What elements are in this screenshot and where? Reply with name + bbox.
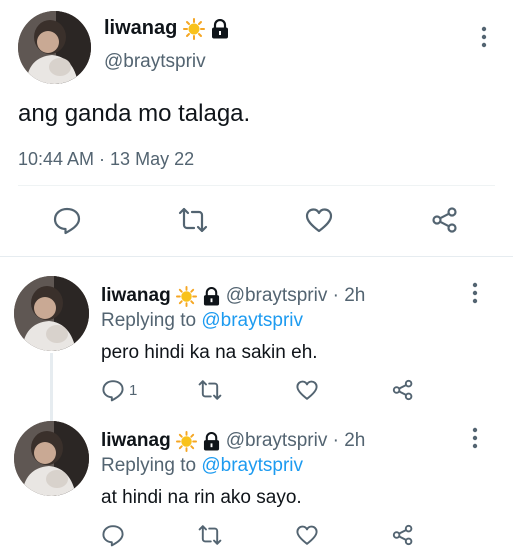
- reply-text: at hindi na rin ako sayo.: [101, 487, 302, 508]
- section-divider: [0, 256, 513, 257]
- reply-header: liwanag @braytspriv · 2h: [101, 285, 365, 307]
- retweet-icon[interactable]: [197, 377, 223, 403]
- reply-header: liwanag @braytspriv · 2h: [101, 430, 365, 452]
- handle[interactable]: @braytspriv: [104, 51, 206, 73]
- mention-link[interactable]: @braytspriv: [201, 310, 303, 331]
- avatar[interactable]: [14, 276, 89, 351]
- lock-icon: [203, 286, 220, 306]
- timestamp[interactable]: 10:44 AM · 13 May 22: [18, 149, 194, 170]
- main-tweet: liwanag @braytspriv ang ganda mo talaga.…: [0, 0, 513, 256]
- share-icon[interactable]: [391, 522, 415, 548]
- display-name[interactable]: liwanag: [101, 430, 171, 452]
- reply-text: pero hindi ka na sakin eh.: [101, 342, 318, 363]
- like-icon[interactable]: [295, 522, 319, 548]
- avatar[interactable]: [14, 421, 89, 496]
- handle-time[interactable]: @braytspriv · 2h: [226, 285, 366, 307]
- reply-button[interactable]: 1: [101, 377, 137, 403]
- tweet-text: ang ganda mo talaga.: [18, 100, 251, 127]
- display-name-row: liwanag: [104, 17, 229, 40]
- replying-to: Replying to @braytspriv: [101, 310, 303, 332]
- more-options-icon[interactable]: [465, 426, 485, 450]
- reply-tweet[interactable]: liwanag @braytspriv · 2h Replying to @br…: [0, 408, 513, 552]
- display-name[interactable]: liwanag: [104, 17, 177, 40]
- replying-prefix: Replying to: [101, 310, 197, 331]
- display-name[interactable]: liwanag: [101, 285, 171, 307]
- share-icon[interactable]: [391, 377, 415, 403]
- lock-icon: [211, 18, 229, 39]
- sun-emoji-icon: [183, 17, 206, 40]
- reply-count: 1: [129, 381, 138, 399]
- lock-icon: [203, 431, 220, 451]
- avatar-photo: [14, 276, 89, 351]
- replying-prefix: Replying to: [101, 455, 197, 476]
- avatar[interactable]: [18, 11, 91, 84]
- share-icon[interactable]: [430, 205, 460, 235]
- sun-emoji-icon: [175, 285, 197, 307]
- reply-icon: [101, 523, 125, 547]
- more-options-icon[interactable]: [465, 281, 485, 305]
- reply-icon[interactable]: [52, 205, 82, 235]
- divider: [18, 185, 495, 186]
- like-icon[interactable]: [295, 377, 319, 403]
- replying-to: Replying to @braytspriv: [101, 455, 303, 477]
- retweet-icon[interactable]: [197, 522, 223, 548]
- reply-button[interactable]: [101, 522, 129, 548]
- handle-time[interactable]: @braytspriv · 2h: [226, 430, 366, 452]
- more-options-icon[interactable]: [474, 25, 494, 49]
- reply-icon: [101, 378, 125, 402]
- reply-tweet[interactable]: liwanag @braytspriv · 2h Replying to @br…: [0, 263, 513, 423]
- sun-emoji-icon: [175, 430, 197, 452]
- like-icon[interactable]: [304, 205, 334, 235]
- avatar-photo: [18, 11, 91, 84]
- retweet-icon[interactable]: [177, 205, 208, 235]
- avatar-photo: [14, 421, 89, 496]
- mention-link[interactable]: @braytspriv: [201, 455, 303, 476]
